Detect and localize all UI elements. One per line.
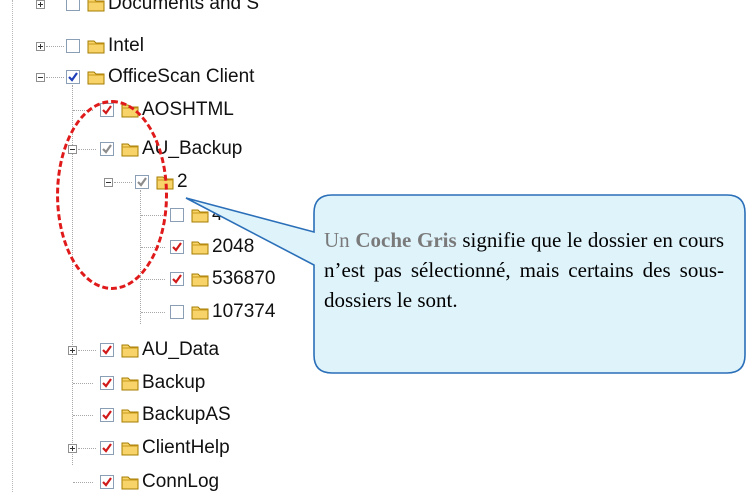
folder-icon <box>191 209 209 223</box>
tree-node-label: ConnLog <box>142 471 220 492</box>
folder-icon <box>191 241 209 255</box>
tree-node-au-backup[interactable]: AU_Backup <box>0 135 330 165</box>
checkbox[interactable] <box>66 39 80 53</box>
folder-icon <box>191 273 209 287</box>
checkbox-checked-red[interactable] <box>170 272 184 286</box>
callout-word-un: Un <box>324 228 350 252</box>
tree-node-536870[interactable]: 536870 <box>0 265 330 295</box>
tree-node-107374[interactable]: 107374 <box>0 298 330 328</box>
folder-tree: Documents and S Intel OfficeScan Client … <box>0 0 330 492</box>
collapse-minus-icon[interactable] <box>36 73 45 82</box>
tree-node-label: 2048 <box>212 236 255 257</box>
tree-node-label: Documents and S <box>108 0 260 14</box>
tree-node-label: AOSHTML <box>142 99 234 120</box>
folder-icon <box>121 409 139 423</box>
checkbox-checked-red[interactable] <box>100 475 114 489</box>
callout-emphasis: Coche Gris <box>355 228 457 252</box>
checkbox[interactable] <box>66 0 80 11</box>
expand-plus-icon[interactable] <box>68 444 77 453</box>
tree-node-aoshtml[interactable]: AOSHTML <box>0 96 330 126</box>
folder-icon <box>87 0 105 12</box>
folder-icon <box>121 344 139 358</box>
checkbox-checked-blue[interactable] <box>66 70 80 84</box>
tree-node-connlog[interactable]: ConnLog <box>0 468 330 498</box>
tree-node-clienthelp[interactable]: ClientHelp <box>0 434 330 464</box>
checkbox[interactable] <box>170 305 184 319</box>
expand-plus-icon[interactable] <box>68 346 77 355</box>
folder-icon <box>87 40 105 54</box>
folder-icon <box>121 476 139 490</box>
tree-node-2048[interactable]: 2048 <box>0 233 330 263</box>
tree-node-officescan-client[interactable]: OfficeScan Client <box>0 63 330 93</box>
checkbox-checked-red[interactable] <box>100 376 114 390</box>
tree-node-label: BackupAS <box>142 404 231 425</box>
tree-node-documents[interactable]: Documents and S <box>0 0 330 20</box>
tree-node-label: 536870 <box>212 268 276 289</box>
checkbox[interactable] <box>170 208 184 222</box>
tree-node-backupas[interactable]: BackupAS <box>0 401 330 431</box>
expand-plus-icon[interactable] <box>36 42 45 51</box>
tree-node-label: ClientHelp <box>142 437 230 458</box>
callout-text: Un Coche Gris signifie que le dossier en… <box>324 225 724 315</box>
highlight-circle <box>56 100 168 290</box>
expand-plus-icon[interactable] <box>36 0 45 9</box>
folder-icon <box>87 71 105 85</box>
tree-node-label: 2 <box>177 171 188 192</box>
checkbox-checked-red[interactable] <box>100 441 114 455</box>
tree-node-au-data[interactable]: AU_Data <box>0 336 330 366</box>
folder-icon <box>191 306 209 320</box>
tree-node-label: AU_Data <box>142 339 220 360</box>
tree-node-intel[interactable]: Intel <box>0 32 330 62</box>
folder-icon <box>121 442 139 456</box>
tree-node-label: 4 <box>212 204 223 225</box>
checkbox-checked-red[interactable] <box>100 408 114 422</box>
tree-node-label: Backup <box>142 372 206 393</box>
tree-node-backup[interactable]: Backup <box>0 369 330 399</box>
tree-node-label: 107374 <box>212 301 276 322</box>
tree-node-label: OfficeScan Client <box>108 66 255 87</box>
folder-icon <box>121 377 139 391</box>
checkbox-checked-red[interactable] <box>100 343 114 357</box>
checkbox-checked-red[interactable] <box>170 240 184 254</box>
tree-node-label: Intel <box>108 35 144 56</box>
